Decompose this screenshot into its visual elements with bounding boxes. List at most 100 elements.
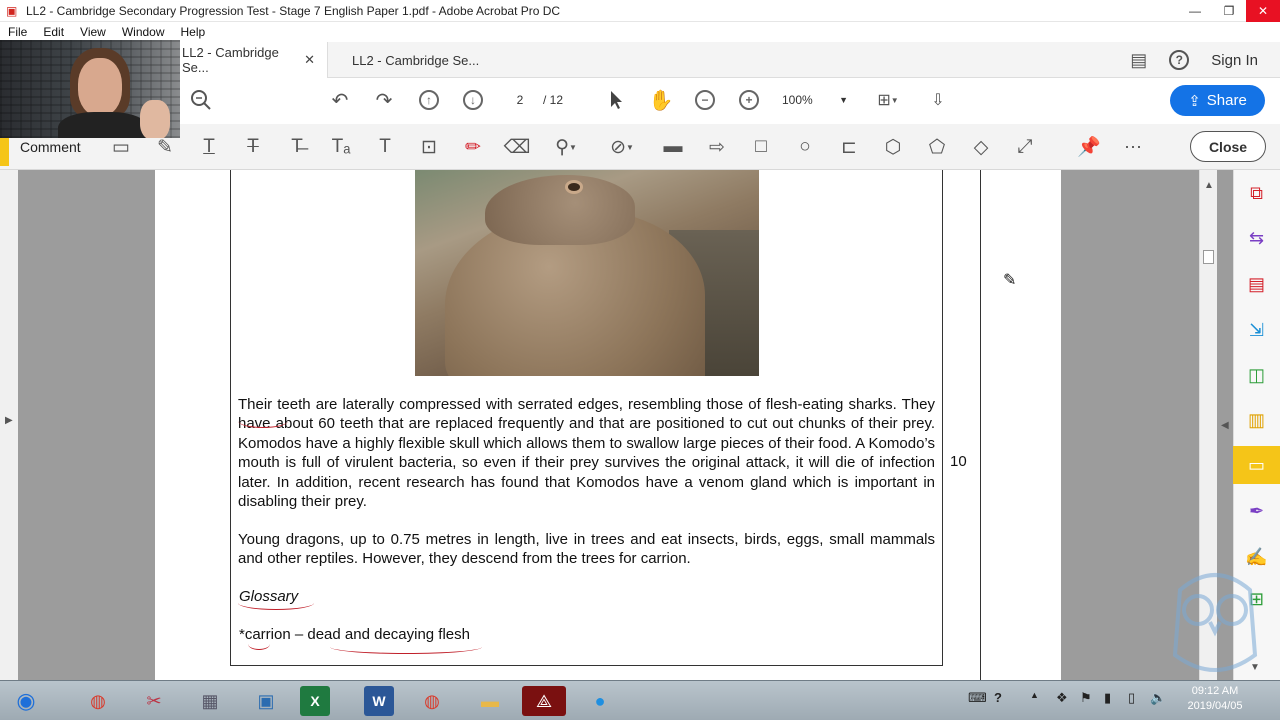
window-close-button[interactable]: ✕ bbox=[1246, 0, 1280, 22]
replace-text-icon[interactable]: T̶ bbox=[282, 124, 312, 170]
oval-tool-icon[interactable]: ○ bbox=[790, 124, 820, 170]
close-comment-button[interactable]: Close bbox=[1190, 131, 1266, 162]
export-pdf-icon[interactable]: ⇲ bbox=[1233, 311, 1280, 349]
scroll-thumb[interactable] bbox=[1203, 250, 1214, 264]
keyboard-icon[interactable]: ⌨ bbox=[968, 690, 987, 706]
line-tool-icon[interactable]: ▬ bbox=[658, 124, 688, 170]
insert-text-icon[interactable]: Tₐ bbox=[326, 124, 356, 170]
cloud-tool-icon[interactable]: ⬠ bbox=[922, 124, 952, 170]
page-number-input[interactable]: 2 bbox=[505, 78, 535, 122]
minimize-button[interactable]: — bbox=[1178, 0, 1212, 22]
chrome-window-icon[interactable]: ◍ bbox=[410, 686, 454, 716]
start-button-icon[interactable]: ◉ bbox=[4, 686, 48, 716]
select-tool-icon[interactable] bbox=[604, 78, 628, 122]
strikethrough-icon[interactable]: T bbox=[238, 124, 268, 170]
header-actions: ▤ ? Sign In bbox=[1130, 42, 1258, 78]
calculator-icon[interactable]: ▦ bbox=[188, 686, 232, 716]
zoom-in-icon[interactable]: + bbox=[737, 78, 761, 122]
chevron-down-icon: ▼ bbox=[839, 95, 848, 105]
menu-edit[interactable]: Edit bbox=[35, 25, 72, 39]
menu-view[interactable]: View bbox=[72, 25, 114, 39]
zoom-app-icon[interactable]: ● bbox=[578, 686, 622, 716]
pencil-draw-icon[interactable]: ✏ bbox=[458, 124, 488, 170]
compare-files-icon[interactable]: ◫ bbox=[1233, 356, 1280, 394]
scroll-up-icon[interactable]: ▲ bbox=[1204, 180, 1214, 191]
page-display-icon[interactable]: ⊞ ▼ bbox=[870, 78, 906, 122]
active-tool-indicator bbox=[0, 138, 9, 166]
share-icon: ⇪ bbox=[1188, 92, 1201, 110]
add-text-icon[interactable]: T bbox=[370, 124, 400, 170]
control-panel-icon[interactable]: ▣ bbox=[244, 686, 288, 716]
redo-icon[interactable]: ↷ bbox=[372, 78, 396, 122]
word-icon[interactable]: W bbox=[364, 686, 394, 716]
rectangle-tool-icon[interactable]: □ bbox=[746, 124, 776, 170]
chrome-icon[interactable]: ◍ bbox=[76, 686, 120, 716]
text-box-icon[interactable]: ⊡ bbox=[414, 124, 444, 170]
fill-sign-icon[interactable]: ✒ bbox=[1233, 492, 1280, 530]
combine-files-icon[interactable]: ⇆ bbox=[1233, 219, 1280, 257]
paragraph-teeth: Their teeth are laterally compressed wit… bbox=[238, 396, 935, 511]
text-callout-icon[interactable]: ⊏ bbox=[834, 124, 864, 170]
next-page-icon[interactable]: ↓ bbox=[461, 78, 485, 122]
edit-pdf-icon[interactable]: ▥ bbox=[1233, 401, 1280, 439]
acrobat-taskbar-icon[interactable]: ⟁ bbox=[522, 686, 566, 716]
komodo-dragon-image bbox=[415, 170, 759, 376]
sign-in-link[interactable]: Sign In bbox=[1211, 52, 1258, 69]
stamp-icon[interactable]: ⚲ ▼ bbox=[546, 124, 586, 170]
zoom-out-icon[interactable]: − bbox=[693, 78, 717, 122]
ink-underline-definition bbox=[330, 640, 482, 654]
underline-text-icon[interactable]: T bbox=[194, 124, 224, 170]
create-pdf-icon[interactable]: ⧉ bbox=[1233, 174, 1280, 212]
excel-icon[interactable]: X bbox=[300, 686, 330, 716]
tab-document-1[interactable]: LL2 - Cambridge Se... ✕ bbox=[170, 42, 328, 78]
tab-document-2[interactable]: LL2 - Cambridge Se... bbox=[340, 42, 500, 78]
more-options-icon[interactable]: ⋯ bbox=[1118, 124, 1148, 170]
scroll-mode-icon[interactable]: ⇩ bbox=[925, 78, 951, 122]
pin-icon[interactable]: 📌 bbox=[1074, 124, 1104, 170]
page-total: / 12 bbox=[542, 93, 563, 107]
help-tray-icon[interactable]: ? bbox=[994, 690, 1002, 705]
volume-icon[interactable]: 🔈 bbox=[1150, 690, 1166, 706]
menu-window[interactable]: Window bbox=[114, 25, 173, 39]
comment-toolbar: Comment ▭ ✎ T T T̶ Tₐ T ⊡ ✏ ⌫ ⚲ ▼ ⊘ ▼ ▬ ⇨ … bbox=[0, 124, 1280, 170]
ink-underline-sharks bbox=[238, 414, 288, 428]
share-button[interactable]: ⇪ Share bbox=[1170, 85, 1265, 116]
share-label: Share bbox=[1206, 92, 1247, 109]
eraser-icon[interactable]: ⌫ bbox=[502, 124, 532, 170]
polygon-tool-icon[interactable]: ⬡ bbox=[878, 124, 908, 170]
previous-page-icon[interactable]: ↑ bbox=[417, 78, 441, 122]
menu-file[interactable]: File bbox=[0, 25, 35, 39]
collapse-right-pane-icon[interactable]: ◀ bbox=[1221, 420, 1229, 431]
comment-tool-icon[interactable]: ▭ bbox=[1233, 446, 1280, 484]
clock-date: 2019/04/05 bbox=[1187, 700, 1243, 712]
ink-underline-glossary bbox=[238, 596, 314, 610]
menu-help[interactable]: Help bbox=[173, 25, 214, 39]
expand-left-pane-icon[interactable]: ▶ bbox=[5, 415, 13, 426]
webcam-overlay bbox=[0, 40, 180, 138]
left-pane-collapsed[interactable]: ▶ bbox=[0, 170, 18, 680]
flag-icon[interactable]: ⚑ bbox=[1080, 690, 1092, 706]
paragraph-number: 10 bbox=[950, 453, 967, 470]
taskbar-clock[interactable]: 09:12 AM 2019/04/05 bbox=[1185, 684, 1245, 714]
hand-tool-icon[interactable]: ✋ bbox=[648, 78, 674, 122]
ink-mark-carrion bbox=[248, 638, 270, 650]
tab-label: LL2 - Cambridge Se... bbox=[352, 52, 480, 68]
network-icon[interactable]: ▮ bbox=[1104, 690, 1111, 706]
polygon-line-icon[interactable]: ◇ bbox=[966, 124, 996, 170]
battery-icon[interactable]: ▯ bbox=[1128, 690, 1135, 706]
restore-button[interactable]: ❐ bbox=[1212, 0, 1246, 22]
tray-expand-icon[interactable]: ▲ bbox=[1030, 690, 1039, 700]
organize-pages-icon[interactable]: ▤ bbox=[1233, 265, 1280, 303]
chat-icon[interactable]: ▤ bbox=[1130, 50, 1147, 71]
undo-icon[interactable]: ↶ bbox=[328, 78, 352, 122]
shape-expand-icon[interactable]: ⤢ bbox=[1010, 124, 1040, 170]
zoom-dropdown[interactable]: 100% ▼ bbox=[782, 78, 848, 122]
snipping-tool-icon[interactable]: ✂ bbox=[132, 686, 176, 716]
dropbox-icon[interactable]: ❖ bbox=[1056, 690, 1068, 706]
arrow-tool-icon[interactable]: ⇨ bbox=[702, 124, 732, 170]
attach-file-icon[interactable]: ⊘ ▼ bbox=[602, 124, 642, 170]
help-icon[interactable]: ? bbox=[1169, 50, 1190, 70]
file-explorer-icon[interactable]: ▬ bbox=[468, 686, 512, 716]
tab-close-icon[interactable]: ✕ bbox=[304, 52, 315, 68]
zoom-search-icon[interactable] bbox=[188, 78, 214, 122]
